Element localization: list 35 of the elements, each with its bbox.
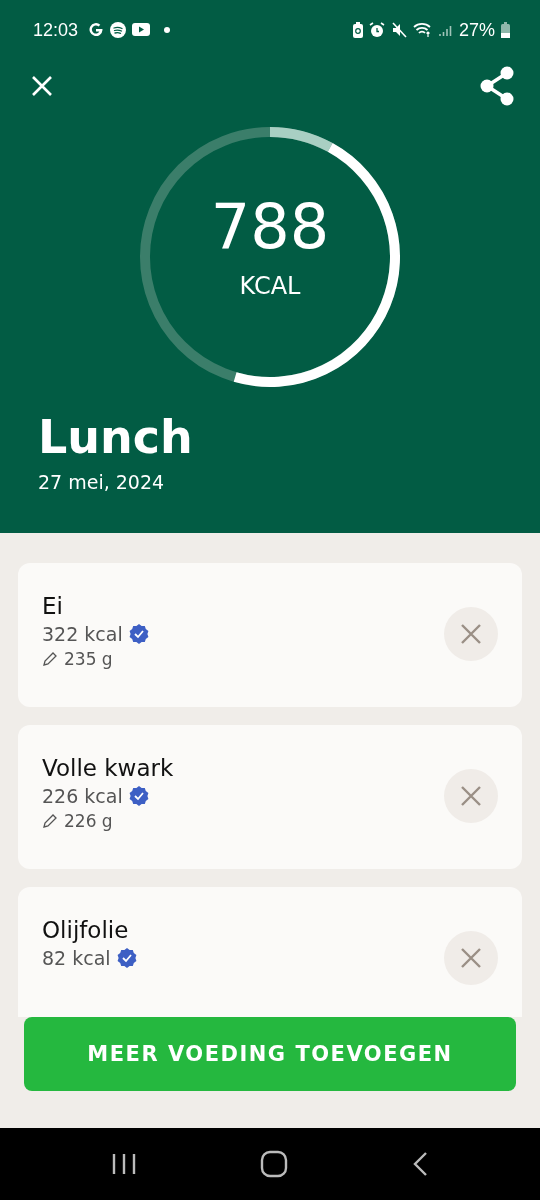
secondary-arc <box>269 127 333 152</box>
food-card[interactable]: Olijfolie 82 kcal <box>18 887 522 1017</box>
google-icon <box>88 22 105 38</box>
alarm-icon <box>368 22 385 38</box>
pencil-icon <box>42 813 58 829</box>
calorie-unit: KCAL <box>239 272 301 300</box>
food-name: Ei <box>42 593 64 619</box>
signal-icon <box>438 23 453 37</box>
pencil-icon <box>42 651 58 667</box>
wifi-icon <box>412 22 433 38</box>
food-weight: 226 g <box>64 811 113 831</box>
battery-icon <box>501 22 510 38</box>
food-name: Olijfolie <box>42 917 130 943</box>
close-icon <box>460 785 482 807</box>
video-app-icon <box>132 23 151 37</box>
home-icon[interactable] <box>260 1150 288 1178</box>
notification-dot-icon <box>164 27 171 33</box>
meal-date: 27 mei, 2024 <box>38 470 166 493</box>
close-icon <box>460 947 482 969</box>
meal-title: Lunch <box>38 412 194 463</box>
close-icon <box>460 623 482 645</box>
food-weight: 235 g <box>64 649 113 669</box>
food-card[interactable]: Volle kwark 226 kcal 226 g <box>18 725 522 869</box>
battery-percentage: 27% <box>458 19 495 41</box>
food-name: Volle kwark <box>42 755 175 781</box>
food-calories: 82 kcal <box>42 947 111 969</box>
battery-saver-icon <box>352 22 363 38</box>
food-calories: 322 kcal <box>42 623 123 645</box>
calorie-total: 788 <box>210 196 330 258</box>
food-card[interactable]: Ei 322 kcal 235 g <box>18 563 522 707</box>
music-app-icon <box>110 22 127 38</box>
status-time: 12:03 <box>33 19 79 41</box>
food-calories: 226 kcal <box>42 785 123 807</box>
mute-icon <box>390 22 407 38</box>
recent-apps-icon[interactable] <box>111 1152 138 1176</box>
